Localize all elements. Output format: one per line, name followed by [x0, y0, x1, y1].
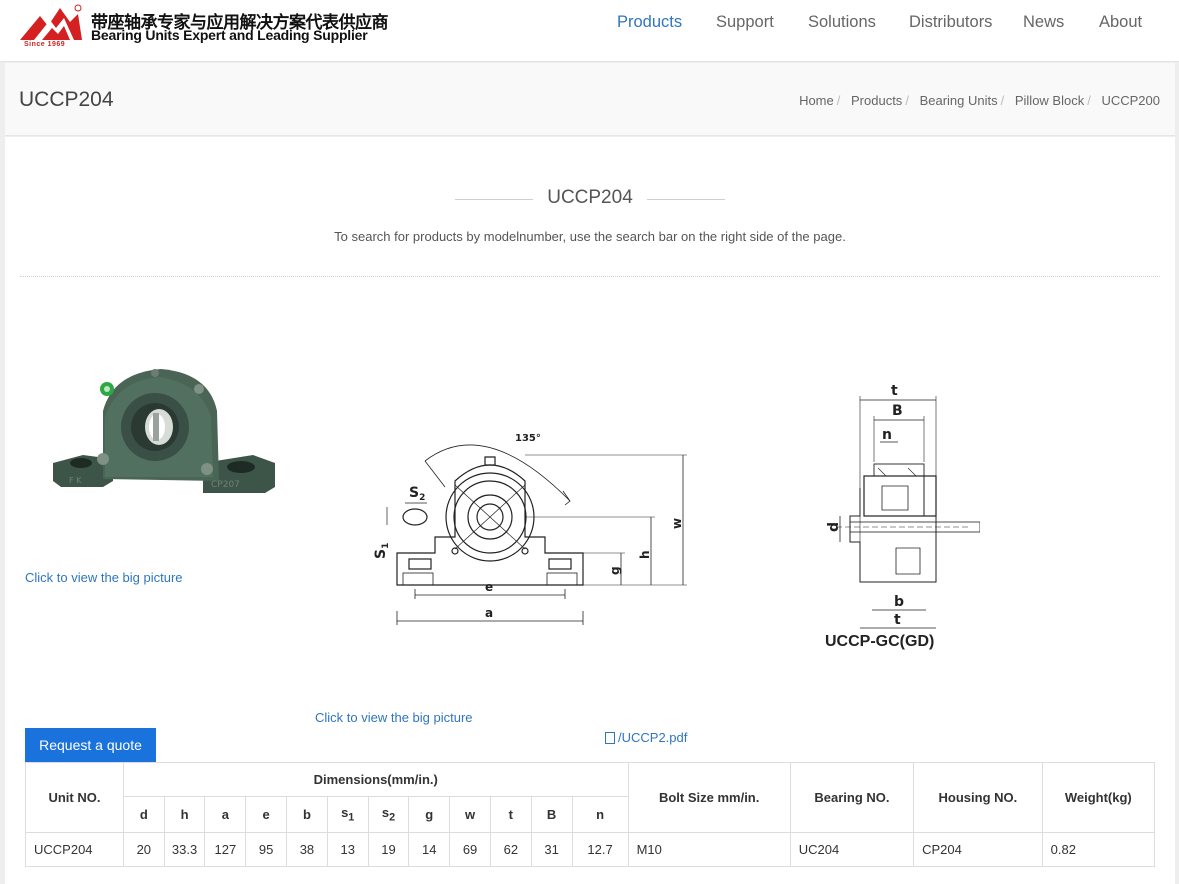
cell-dim-s2: 19 [367, 832, 410, 867]
dim-col-n: n [571, 796, 629, 833]
dim-col-g: g [408, 796, 451, 833]
nav-distributors[interactable]: Distributors [909, 13, 992, 35]
breadcrumb-products[interactable]: Products [851, 93, 902, 108]
cell-dim-h: 33.3 [163, 832, 206, 867]
dim-col-t: t [489, 796, 532, 833]
dim-w: w [670, 518, 684, 529]
dim-col-b: b [286, 796, 328, 833]
breadcrumb-pillow-block[interactable]: Pillow Block [1015, 93, 1084, 108]
cell-dim-n: 12.7 [571, 832, 629, 867]
col-unit-no: Unit NO. [25, 762, 124, 833]
logo-mark-icon [20, 4, 82, 40]
dim-b: b [894, 594, 904, 610]
cell-unit-no: UCCP204 [25, 832, 124, 867]
pdf-download-link[interactable]: /UCCP2.pdf [605, 730, 687, 745]
page-title-bar: UCCP204 Home / Products / Bearing Units / P… [5, 63, 1175, 136]
nav-about[interactable]: About [1099, 13, 1142, 35]
pdf-file-icon [605, 732, 615, 744]
front-view-drawing[interactable]: 135° S2 S1 e a w h g [365, 425, 695, 635]
cell-dim-w: 69 [449, 832, 491, 867]
photo-casting-fk: F K [69, 476, 82, 485]
cell-housing-no: CP204 [913, 832, 1043, 867]
dim-n: n [882, 427, 892, 443]
product-heading: UCCP204 [547, 187, 633, 208]
table-row: UCCP204 20 33.3 127 95 38 13 19 14 69 62… [25, 832, 1156, 867]
heading-rule-left [455, 199, 533, 200]
col-bearing-no: Bearing NO. [789, 762, 915, 833]
dim-e: e [485, 580, 493, 594]
cell-weight: 0.82 [1041, 832, 1156, 867]
big-picture-link-photo[interactable]: Click to view the big picture [25, 570, 183, 585]
product-photo[interactable]: F K CP207 [43, 359, 283, 509]
dim-s2: S2 [409, 485, 425, 503]
heading-rule-right [647, 199, 725, 200]
nav-support[interactable]: Support [716, 13, 774, 35]
cell-bearing-no: UC204 [789, 832, 915, 867]
cell-dim-g: 14 [408, 832, 451, 867]
col-bolt-size: Bolt Size mm/in. [627, 762, 791, 833]
nav-solutions[interactable]: Solutions [808, 13, 876, 35]
dim-g: g [608, 566, 622, 575]
cell-dim-d: 20 [122, 832, 165, 867]
breadcrumb: Home / Products / Bearing Units / Pillow Bl… [799, 93, 1160, 108]
dim-col-a: a [204, 796, 247, 833]
breadcrumb-home[interactable]: Home [799, 93, 834, 108]
cell-dim-e: 95 [245, 832, 288, 867]
drawing-model-label: UCCP-GC(GD) [825, 633, 935, 650]
dim-s1: S1 [373, 543, 391, 559]
cell-dim-B: 31 [530, 832, 573, 867]
dim-col-s1: s1 [326, 796, 369, 833]
logo-english-slogan: Bearing Units Expert and Leading Supplie… [91, 27, 368, 43]
breadcrumb-current: UCCP200 [1101, 93, 1160, 108]
site-header: Since 1969 带座轴承专家与应用解决方案代表供应商 Bearing Un… [0, 0, 1179, 62]
dim-col-w: w [449, 796, 491, 833]
site-logo[interactable]: Since 1969 带座轴承专家与应用解决方案代表供应商 Bearing Un… [20, 4, 389, 48]
cell-dim-a: 127 [204, 832, 247, 867]
dim-t-top: t [891, 383, 898, 399]
dim-col-e: e [245, 796, 288, 833]
dim-col-d: d [122, 796, 165, 833]
dim-t-bottom: t [894, 612, 901, 628]
dim-a: a [485, 606, 493, 620]
dim-d: d [826, 522, 842, 532]
spec-table: Unit NO. Dimensions(mm/in.) Bolt Size mm… [25, 762, 1156, 867]
cell-dim-s1: 13 [326, 832, 369, 867]
dim-B: B [892, 403, 903, 419]
dim-col-s2: s2 [367, 796, 410, 833]
col-housing-no: Housing NO. [913, 762, 1043, 833]
dim-135-angle: 135° [515, 433, 541, 444]
pdf-link-text: /UCCP2.pdf [618, 730, 688, 745]
big-picture-link-drawing[interactable]: Click to view the big picture [315, 710, 473, 725]
section-heading: UCCP204 [5, 187, 1175, 209]
cell-dim-b: 38 [286, 832, 328, 867]
photo-casting-model: CP207 [211, 480, 240, 490]
main-content: UCCP204 To search for products by modeln… [5, 137, 1175, 884]
cell-dim-t: 62 [489, 832, 532, 867]
search-hint-text: To search for products by modelnumber, u… [334, 229, 846, 244]
dotted-divider [20, 276, 1160, 277]
side-view-drawing[interactable]: t B n d b t [820, 382, 980, 652]
cell-bolt-size: M10 [627, 832, 791, 867]
request-quote-button[interactable]: Request a quote [25, 728, 156, 762]
page-title: UCCP204 [19, 88, 114, 111]
dim-col-B: B [530, 796, 573, 833]
nav-products[interactable]: Products [617, 13, 682, 35]
col-weight: Weight(kg) [1041, 762, 1156, 833]
logo-since-text: Since 1969 [24, 41, 66, 48]
col-dimensions: Dimensions(mm/in.) [122, 762, 629, 797]
dim-col-h: h [163, 796, 206, 833]
breadcrumb-bearing-units[interactable]: Bearing Units [920, 93, 998, 108]
dim-h: h [638, 550, 652, 559]
nav-news[interactable]: News [1023, 13, 1064, 35]
